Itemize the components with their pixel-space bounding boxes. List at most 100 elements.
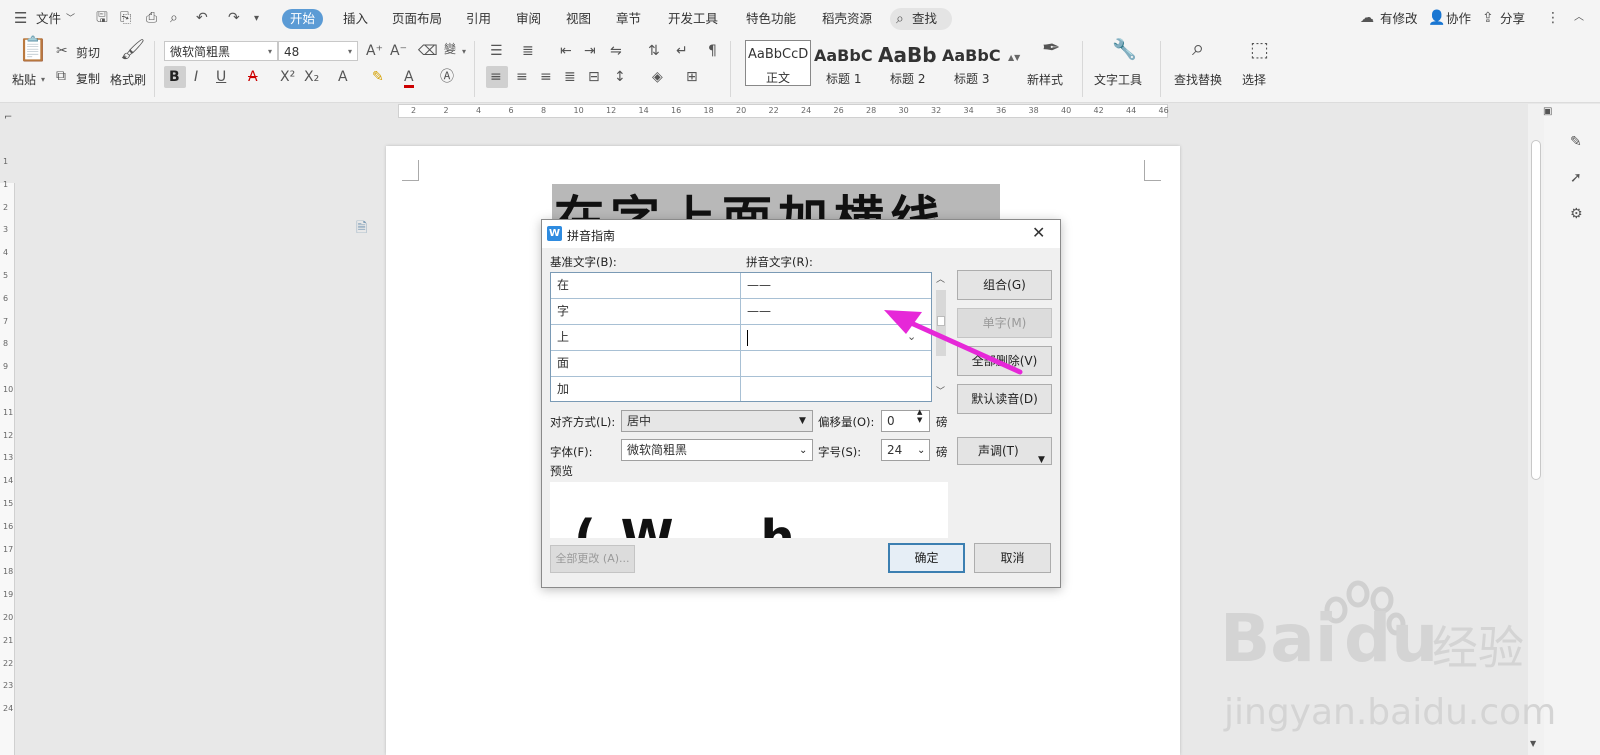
styles-scroll-icon[interactable]: ▲▼ [1008,53,1020,62]
pinyin-cell[interactable] [741,377,931,402]
vertical-ruler[interactable]: 1 1 2 3 4 5 6 7 8 9 10 11 12 13 14 15 16 17 18 19 20 21 22 23 24 [0,157,15,755]
cut-button[interactable]: 剪切 [76,44,100,61]
base-cell[interactable]: 加 [551,377,739,402]
find-replace-button[interactable]: 查找替换 [1174,71,1222,88]
text-tools-icon[interactable]: 🔧 [1112,39,1137,59]
base-cell[interactable]: 字 [551,299,739,324]
style-heading-1[interactable]: AaBbC 标题 1 [812,40,876,86]
align-center-icon[interactable]: ≡ [516,69,528,85]
collab-user-icon[interactable]: 👤 [1428,10,1445,26]
italic-icon[interactable]: I [194,69,198,85]
select-button[interactable]: 选择 [1242,71,1266,88]
shading-icon[interactable]: ◈ [652,69,663,85]
tab-chapter[interactable]: 章节 [616,9,641,29]
more-icon[interactable]: ⋮ [1546,10,1560,26]
format-painter-icon[interactable]: 🖌 [120,39,145,59]
align-right-icon[interactable]: ≡ [540,69,552,85]
print-icon[interactable]: ⎙ [146,10,157,26]
scroll-up-icon[interactable]: ︿ [936,272,945,288]
text-tools-button[interactable]: 文字工具 [1094,71,1142,88]
font-color-icon[interactable]: A [404,69,414,88]
base-cell[interactable]: 在 [551,273,739,298]
paste-icon[interactable]: 📋 [18,37,48,61]
bullet-list-icon[interactable]: ☰ [490,43,503,59]
tab-view[interactable]: 视图 [566,9,591,29]
settings-sliders-icon[interactable]: ⚙ [1570,206,1583,222]
superscript-icon[interactable]: X² [280,69,295,85]
font-name-combo[interactable]: 微软简粗黑 [164,41,278,61]
offset-input[interactable]: 0 [881,410,930,432]
panel-toggle-icon[interactable]: ▣ [1543,104,1552,120]
copy-button[interactable]: 复制 [76,70,100,87]
default-reading-button[interactable]: 默认读音(D) [957,384,1052,414]
alignment-dropdown-icon[interactable]: ▼ [799,416,806,426]
show-marks-icon[interactable]: ¶ [708,43,717,59]
print-preview-icon[interactable]: ⌕ [170,10,178,26]
sort-icon[interactable]: ⇅ [648,43,660,59]
edit-pen-icon[interactable]: ✎ [1570,134,1582,150]
justify-icon[interactable]: ≣ [564,69,576,85]
font-select[interactable]: 微软简粗黑 [621,439,813,461]
find-replace-icon[interactable]: ⌕ [1192,38,1204,60]
base-cell[interactable]: 面 [551,351,739,376]
style-heading-3[interactable]: AaBbC 标题 3 [940,40,1004,86]
chevron-down-icon[interactable]: ﹀ [66,11,75,27]
tab-references[interactable]: 引用 [466,9,491,29]
horizontal-ruler[interactable]: 2 2 4 6 8 10 12 14 16 18 20 22 24 26 28 30 32 34 36 38 40 42 4… [398,104,1169,118]
share-button[interactable]: 分享 [1500,9,1525,29]
file-menu[interactable]: 文件 [36,9,61,29]
pointer-icon[interactable]: ➚ [1570,170,1582,186]
select-icon[interactable]: ⬚ [1250,39,1269,59]
tab-home[interactable]: 开始 [282,9,324,29]
tab-page-layout[interactable]: 页面布局 [392,9,442,29]
increase-font-icon[interactable]: A⁺ [366,43,383,59]
text-direction-icon[interactable]: ⇋ [610,43,622,59]
cloud-sync-icon[interactable]: ☁ [1360,10,1374,26]
share-icon[interactable]: ⇪ [1482,10,1494,26]
offset-stepper-icon[interactable]: ▲ ▼ [917,408,922,424]
highlight-icon[interactable]: ✎ [372,69,384,85]
ok-button[interactable]: 确定 [888,543,965,573]
scroll-down-icon[interactable]: ﹀ [936,384,945,400]
strikethrough-icon[interactable]: A [248,69,258,85]
text-effect-icon[interactable]: A [338,69,348,85]
paste-button[interactable]: 粘贴 [12,71,36,88]
tone-button[interactable]: 声调(T) ▼ [957,437,1052,465]
line-spacing-icon[interactable]: ↕ [614,69,626,85]
new-style-button[interactable]: 新样式 [1027,71,1063,88]
borders-icon[interactable]: ⊞ [686,69,698,85]
char-border-icon[interactable]: Ⓐ [440,69,454,85]
format-painter-button[interactable]: 格式刷 [110,71,146,88]
cut-icon[interactable]: ✂ [56,43,68,59]
numbered-list-icon[interactable]: ≣ [522,43,534,59]
dialog-titlebar[interactable]: W 拼音指南 ✕ [542,220,1060,248]
scrollbar-thumb[interactable] [1531,140,1541,480]
change-all-button[interactable]: 全部更改 (A)... [550,545,635,573]
underline-icon[interactable]: U [216,69,226,85]
quick-access-dropdown-icon[interactable]: ▾ [254,11,259,27]
distribute-icon[interactable]: ⊟ [588,69,600,85]
redo-icon[interactable]: ↷ [228,10,240,26]
hamburger-icon[interactable]: ☰ [14,10,27,26]
tab-developer[interactable]: 开发工具 [668,9,718,29]
size-dropdown-icon[interactable]: ⌄ [917,445,925,456]
page-nav-icon[interactable]: 🗎 [356,220,367,236]
decrease-font-icon[interactable]: A⁻ [390,43,407,59]
export-icon[interactable]: ⎘ [120,10,131,26]
style-normal[interactable]: AaBbCcD 正文 [745,40,811,86]
close-icon[interactable]: ✕ [1032,225,1045,241]
pinyin-cell[interactable]: —— [741,273,931,298]
new-style-icon[interactable]: ✒ [1042,38,1060,60]
tab-docer-resources[interactable]: 稻壳资源 [822,9,872,29]
bold-button[interactable]: B [164,66,186,88]
pinyin-guide-icon[interactable]: 變 [444,41,456,57]
save-icon[interactable]: 🖫 [96,10,108,26]
clear-format-icon[interactable]: ⌫ [418,43,438,59]
increase-indent-icon[interactable]: ⇥ [584,43,596,59]
font-size-combo[interactable]: 48 [278,41,358,61]
collab-button[interactable]: 协作 [1446,9,1471,29]
tab-special-features[interactable]: 特色功能 [746,9,796,29]
tab-review[interactable]: 审阅 [516,9,541,29]
style-heading-2[interactable]: AaBb 标题 2 [876,40,940,86]
font-dropdown-icon[interactable]: ⌄ [799,445,807,456]
